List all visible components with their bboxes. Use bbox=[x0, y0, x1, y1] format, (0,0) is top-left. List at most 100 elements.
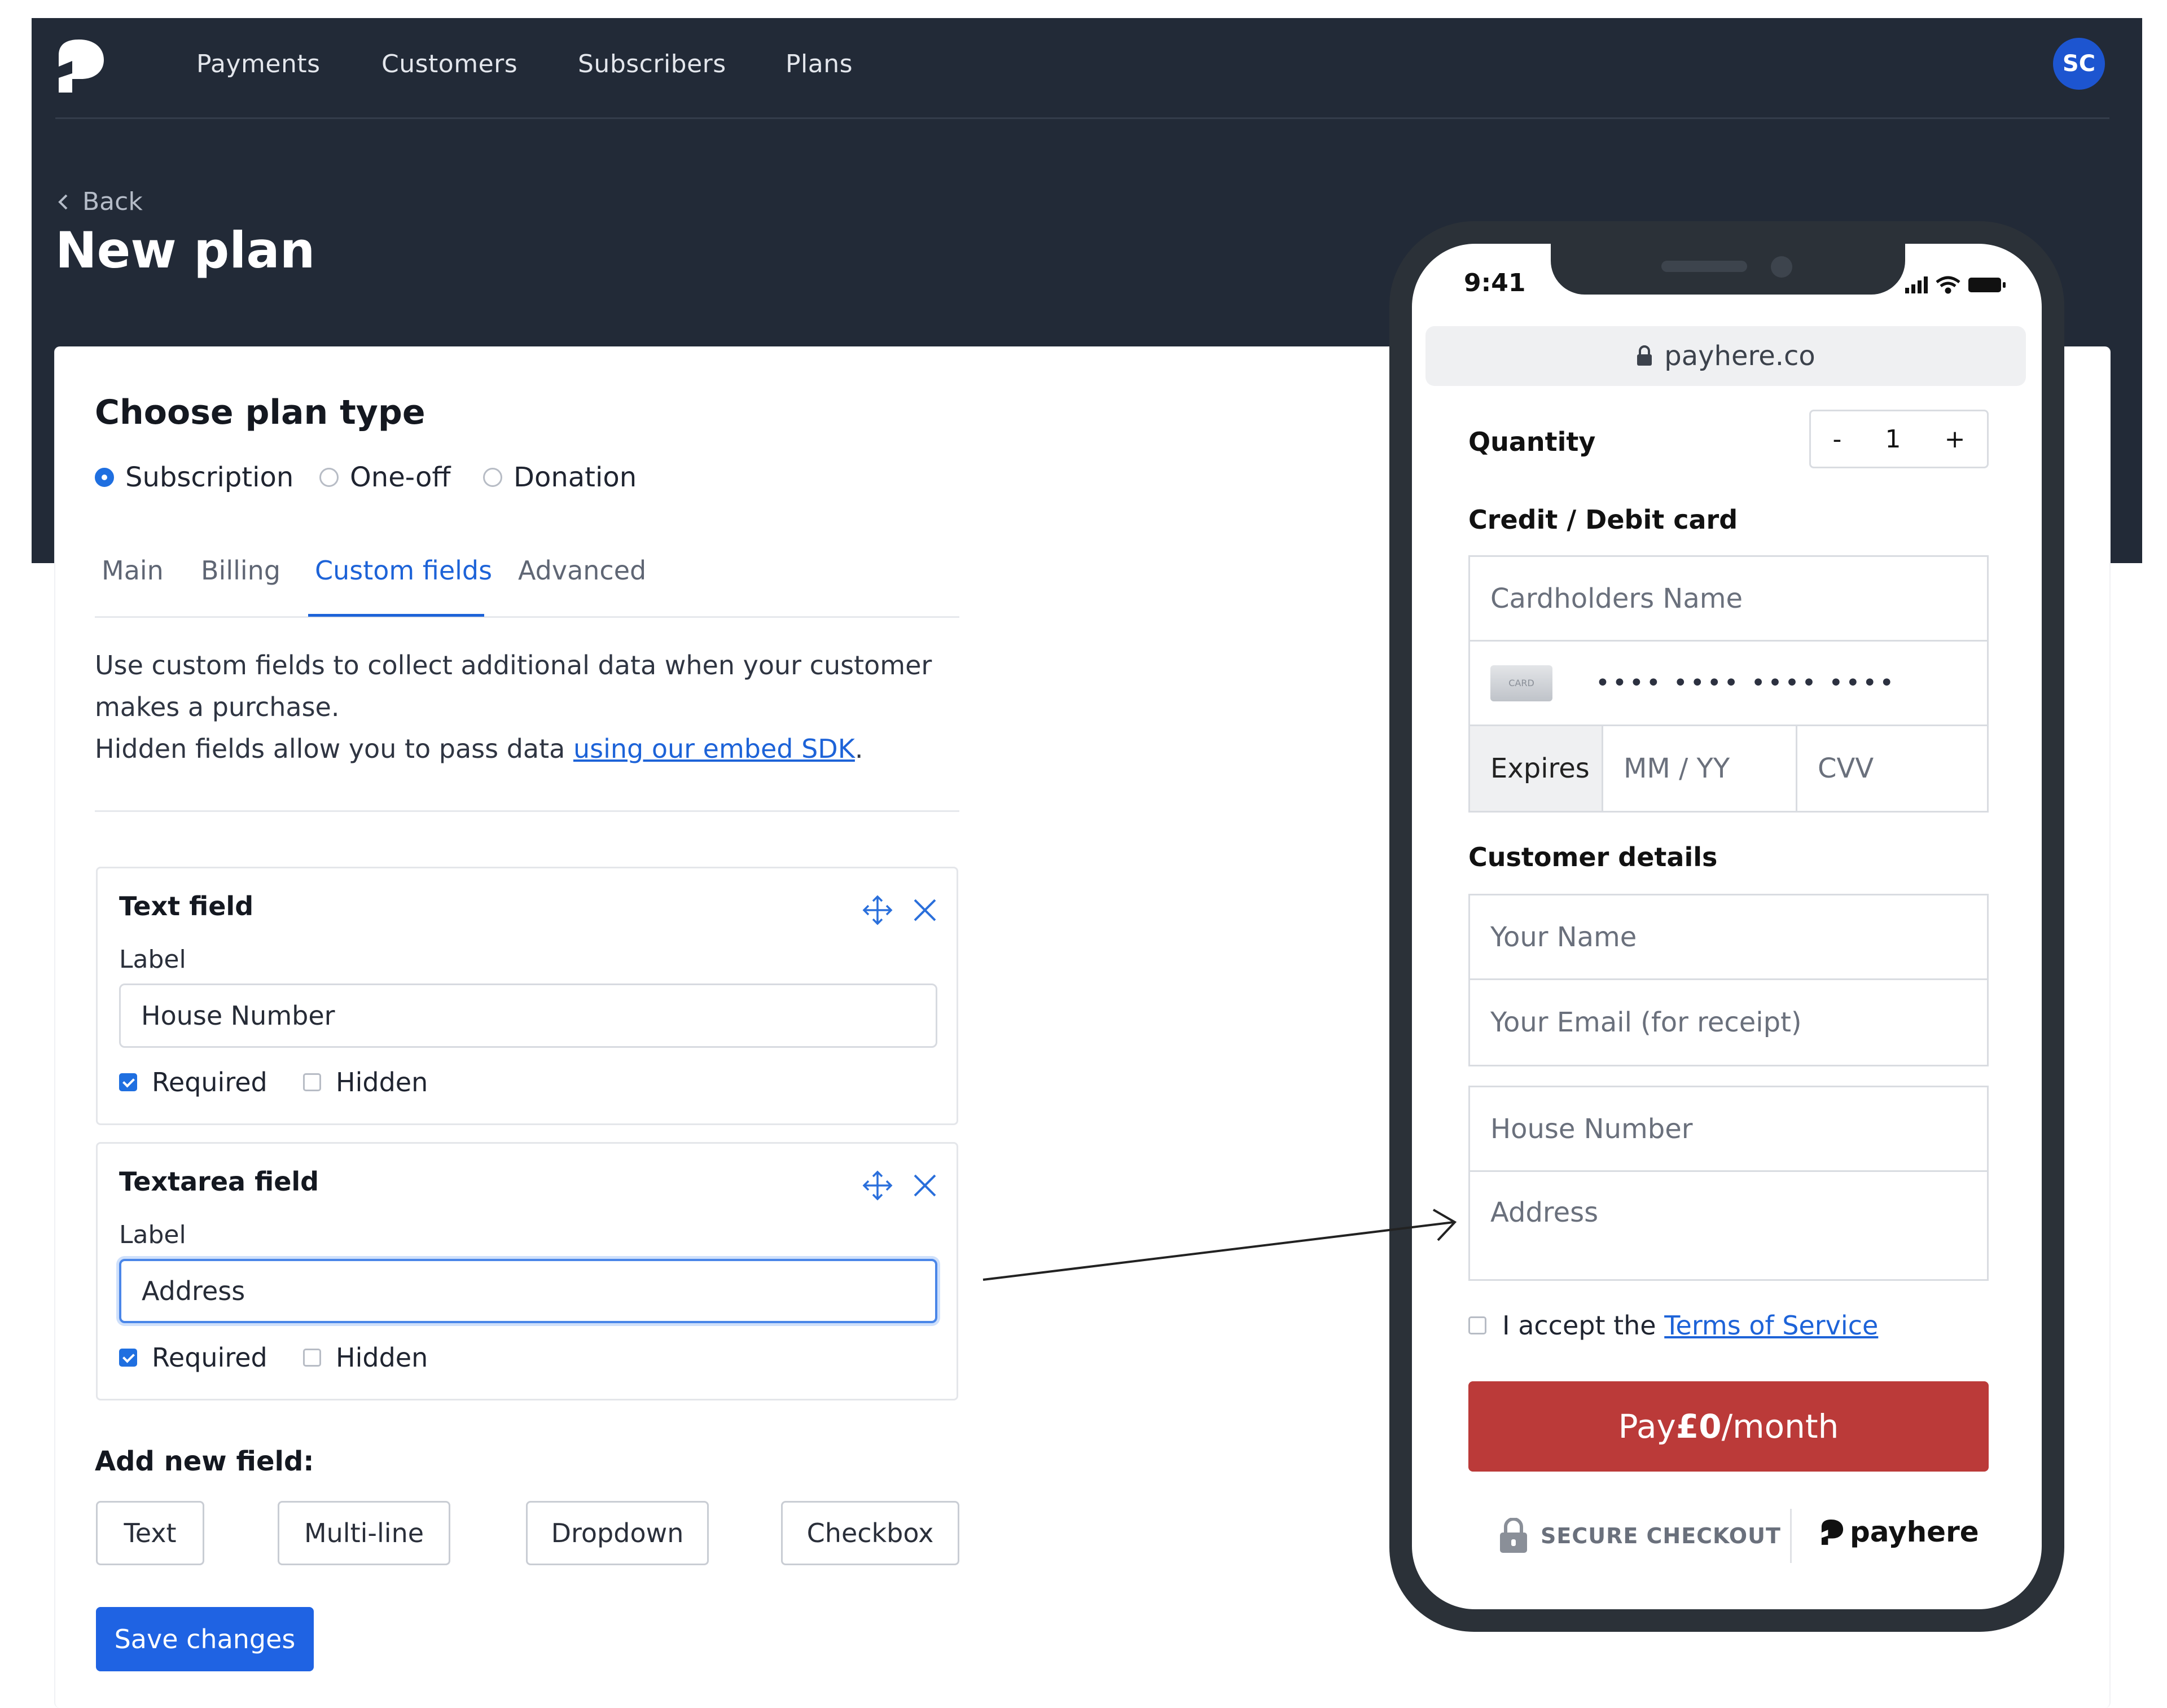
quantity-stepper[interactable]: - 1 + bbox=[1809, 410, 1989, 468]
payhere-logo-icon bbox=[1821, 1520, 1844, 1545]
email-input[interactable]: Your Email (for receipt) bbox=[1470, 980, 1987, 1065]
expires-label: Expires bbox=[1470, 726, 1603, 811]
add-text-field-button[interactable]: Text bbox=[96, 1501, 204, 1565]
customer-input-group: Your Name Your Email (for receipt) bbox=[1468, 894, 1989, 1066]
payhere-logo-icon[interactable] bbox=[56, 38, 106, 93]
nav-divider bbox=[55, 117, 2109, 119]
description-line: Use custom fields to collect additional … bbox=[95, 650, 932, 680]
brand-name: payhere bbox=[1850, 1516, 1979, 1548]
tab-main[interactable]: Main bbox=[102, 555, 164, 586]
page-title: New plan bbox=[55, 221, 315, 279]
field-type-title: Textarea field bbox=[119, 1166, 319, 1197]
quantity-minus-button[interactable]: - bbox=[1833, 425, 1842, 454]
expiry-input[interactable]: MM / YY bbox=[1603, 726, 1797, 811]
checkbox-checked[interactable] bbox=[119, 1349, 137, 1367]
checkbox-label: Required bbox=[152, 1067, 267, 1097]
radio-label: Subscription bbox=[125, 462, 294, 493]
checkbox-label: Hidden bbox=[336, 1067, 428, 1097]
hidden-checkbox[interactable]: Hidden bbox=[303, 1067, 428, 1097]
battery-icon bbox=[1968, 278, 2006, 292]
nav-subscribers[interactable]: Subscribers bbox=[578, 50, 726, 78]
footer-divider bbox=[1790, 1509, 1792, 1563]
quantity-value: 1 bbox=[1885, 424, 1901, 454]
radio-button[interactable] bbox=[483, 468, 502, 487]
field-label-input[interactable]: Address bbox=[119, 1259, 937, 1323]
phone-speaker bbox=[1661, 261, 1747, 272]
add-dropdown-field-button[interactable]: Dropdown bbox=[526, 1501, 709, 1565]
description-text: . bbox=[854, 734, 863, 764]
status-bar-time: 9:41 bbox=[1464, 269, 1526, 297]
pay-button[interactable]: Pay £0/month bbox=[1468, 1381, 1989, 1472]
custom-field-card: Text field Label House Number Required H… bbox=[96, 867, 958, 1125]
card-section-heading: Credit / Debit card bbox=[1468, 504, 1738, 535]
lock-icon bbox=[1637, 345, 1652, 366]
add-field-heading: Add new field: bbox=[95, 1446, 314, 1477]
checkbox-label: Required bbox=[152, 1342, 267, 1373]
terms-of-service-link[interactable]: Terms of Service bbox=[1664, 1310, 1878, 1341]
cvv-input[interactable]: CVV bbox=[1797, 726, 1987, 811]
required-checkbox[interactable]: Required bbox=[119, 1342, 267, 1373]
address-textarea[interactable]: Address bbox=[1470, 1172, 1987, 1279]
tabs-divider bbox=[95, 616, 959, 618]
browser-url-bar[interactable]: payhere.co bbox=[1425, 326, 2026, 386]
padlock-icon bbox=[1500, 1518, 1527, 1553]
name-input[interactable]: Your Name bbox=[1470, 895, 1987, 980]
radio-label: Donation bbox=[514, 462, 637, 493]
terms-row[interactable]: I accept the Terms of Service bbox=[1468, 1310, 1878, 1341]
card-icon: CARD bbox=[1490, 665, 1552, 701]
checkbox[interactable] bbox=[303, 1349, 321, 1367]
field-type-title: Text field bbox=[119, 891, 254, 921]
nav-plans[interactable]: Plans bbox=[786, 50, 853, 78]
quantity-plus-button[interactable]: + bbox=[1945, 425, 1966, 454]
active-tab-indicator bbox=[308, 614, 484, 617]
hidden-checkbox[interactable]: Hidden bbox=[303, 1342, 428, 1373]
field-label-caption: Label bbox=[119, 945, 186, 974]
radio-button[interactable] bbox=[319, 468, 339, 487]
phone-camera bbox=[1771, 256, 1792, 278]
move-icon[interactable] bbox=[862, 894, 893, 926]
payhere-brand: payhere bbox=[1821, 1516, 1979, 1548]
nav-payments[interactable]: Payments bbox=[196, 50, 321, 78]
status-icons bbox=[1905, 276, 2006, 294]
card-input-group: Cardholders Name CARD •••• •••• •••• •••… bbox=[1468, 555, 1989, 813]
card-number-placeholder: •••• •••• •••• •••• bbox=[1595, 669, 1897, 697]
required-checkbox[interactable]: Required bbox=[119, 1067, 267, 1097]
pay-prefix: Pay bbox=[1618, 1407, 1676, 1446]
description-divider bbox=[95, 810, 959, 812]
radio-one-off[interactable]: One-off bbox=[319, 462, 450, 493]
url-text: payhere.co bbox=[1664, 340, 1815, 372]
save-changes-button[interactable]: Save changes bbox=[96, 1607, 314, 1671]
terms-text: I accept the Terms of Service bbox=[1502, 1310, 1878, 1341]
add-multiline-field-button[interactable]: Multi-line bbox=[278, 1501, 450, 1565]
radio-button-selected[interactable] bbox=[95, 468, 114, 487]
close-icon[interactable] bbox=[911, 897, 938, 924]
checkbox-label: Hidden bbox=[336, 1342, 428, 1373]
chevron-left-icon bbox=[58, 194, 68, 209]
secure-checkout-label: SECURE CHECKOUT bbox=[1541, 1523, 1781, 1548]
avatar[interactable]: SC bbox=[2053, 38, 2105, 90]
field-label-caption: Label bbox=[119, 1220, 186, 1249]
terms-checkbox[interactable] bbox=[1468, 1316, 1486, 1334]
checkbox[interactable] bbox=[303, 1073, 321, 1091]
tab-custom-fields[interactable]: Custom fields bbox=[315, 555, 492, 586]
tab-billing[interactable]: Billing bbox=[201, 555, 280, 586]
radio-donation[interactable]: Donation bbox=[483, 462, 637, 493]
radio-label: One-off bbox=[350, 462, 451, 493]
radio-subscription[interactable]: Subscription bbox=[95, 462, 293, 493]
field-label-input[interactable]: House Number bbox=[119, 983, 937, 1048]
tab-advanced[interactable]: Advanced bbox=[518, 555, 646, 586]
house-number-input[interactable]: House Number bbox=[1470, 1087, 1987, 1172]
embed-sdk-link[interactable]: using our embed SDK bbox=[573, 734, 855, 764]
add-checkbox-field-button[interactable]: Checkbox bbox=[781, 1501, 959, 1565]
back-link[interactable]: Back bbox=[56, 187, 143, 216]
nav-customers[interactable]: Customers bbox=[381, 50, 517, 78]
card-number-input[interactable]: CARD •••• •••• •••• •••• bbox=[1470, 642, 1987, 726]
checkbox-checked[interactable] bbox=[119, 1073, 137, 1091]
cardholder-name-input[interactable]: Cardholders Name bbox=[1470, 557, 1987, 642]
pay-amount: £0 bbox=[1675, 1407, 1722, 1446]
close-icon[interactable] bbox=[911, 1172, 938, 1199]
secure-checkout-badge: SECURE CHECKOUT bbox=[1499, 1518, 1781, 1554]
pay-suffix: /month bbox=[1721, 1407, 1839, 1446]
move-icon[interactable] bbox=[862, 1170, 893, 1201]
plan-type-heading: Choose plan type bbox=[95, 393, 425, 432]
